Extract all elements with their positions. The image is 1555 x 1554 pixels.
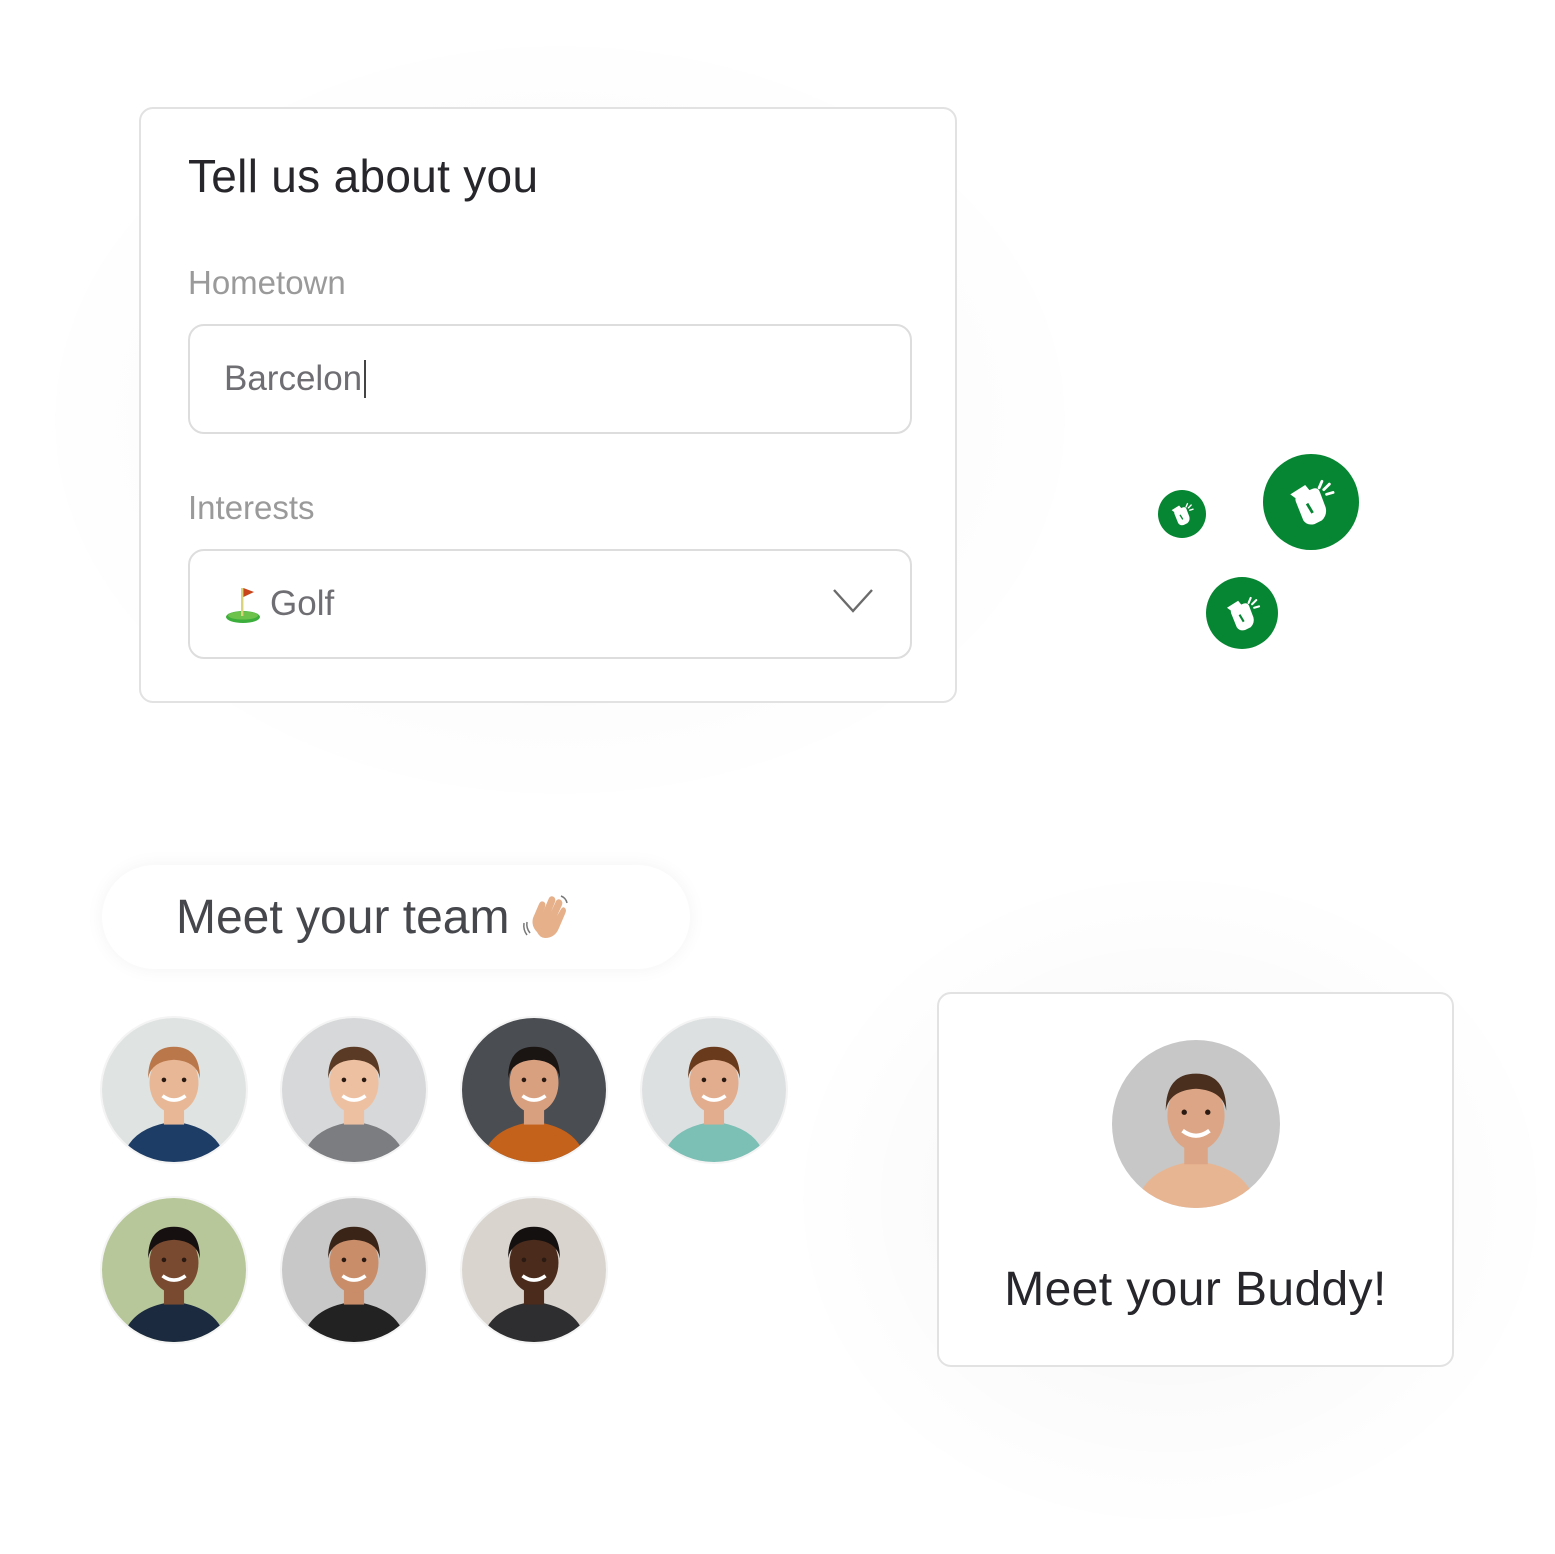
text-cursor (364, 360, 367, 398)
team-member-avatar[interactable] (282, 1198, 426, 1342)
chevron-down-icon[interactable] (832, 587, 874, 615)
interests-select[interactable]: Golf (188, 549, 912, 659)
clapping-hands-icon (1171, 503, 1194, 526)
team-member-avatar[interactable] (462, 1198, 606, 1342)
team-member-avatar[interactable] (102, 1198, 246, 1342)
hometown-input[interactable]: Barcelon (188, 324, 912, 434)
clap-reaction[interactable] (1263, 454, 1359, 550)
interests-selected-value: Golf (270, 584, 335, 623)
clapping-hands-icon (1226, 596, 1260, 631)
hometown-label: Hometown (188, 264, 346, 301)
buddy-avatar[interactable] (1112, 1040, 1280, 1208)
clap-reaction[interactable] (1158, 490, 1206, 538)
team-member-avatar[interactable] (642, 1018, 786, 1162)
profile-form-card: Tell us about you Hometown Barcelon Inte… (139, 107, 957, 703)
team-heading: Meet your team (176, 890, 510, 944)
hometown-input-value: Barcelon (224, 359, 363, 398)
form-title: Tell us about you (188, 150, 539, 202)
interests-label: Interests (188, 489, 315, 526)
golf-flag-icon (226, 588, 260, 623)
team-member-avatar[interactable] (282, 1018, 426, 1162)
team-member-avatar[interactable] (102, 1018, 246, 1162)
team-heading-pill: Meet your team (102, 865, 690, 969)
clap-reaction[interactable] (1206, 577, 1278, 649)
team-member-avatar[interactable] (462, 1018, 606, 1162)
buddy-title: Meet your Buddy! (1004, 1263, 1387, 1316)
waving-hand-icon (523, 895, 569, 938)
buddy-card: Meet your Buddy! (937, 992, 1454, 1367)
clapping-hands-icon (1290, 480, 1335, 525)
